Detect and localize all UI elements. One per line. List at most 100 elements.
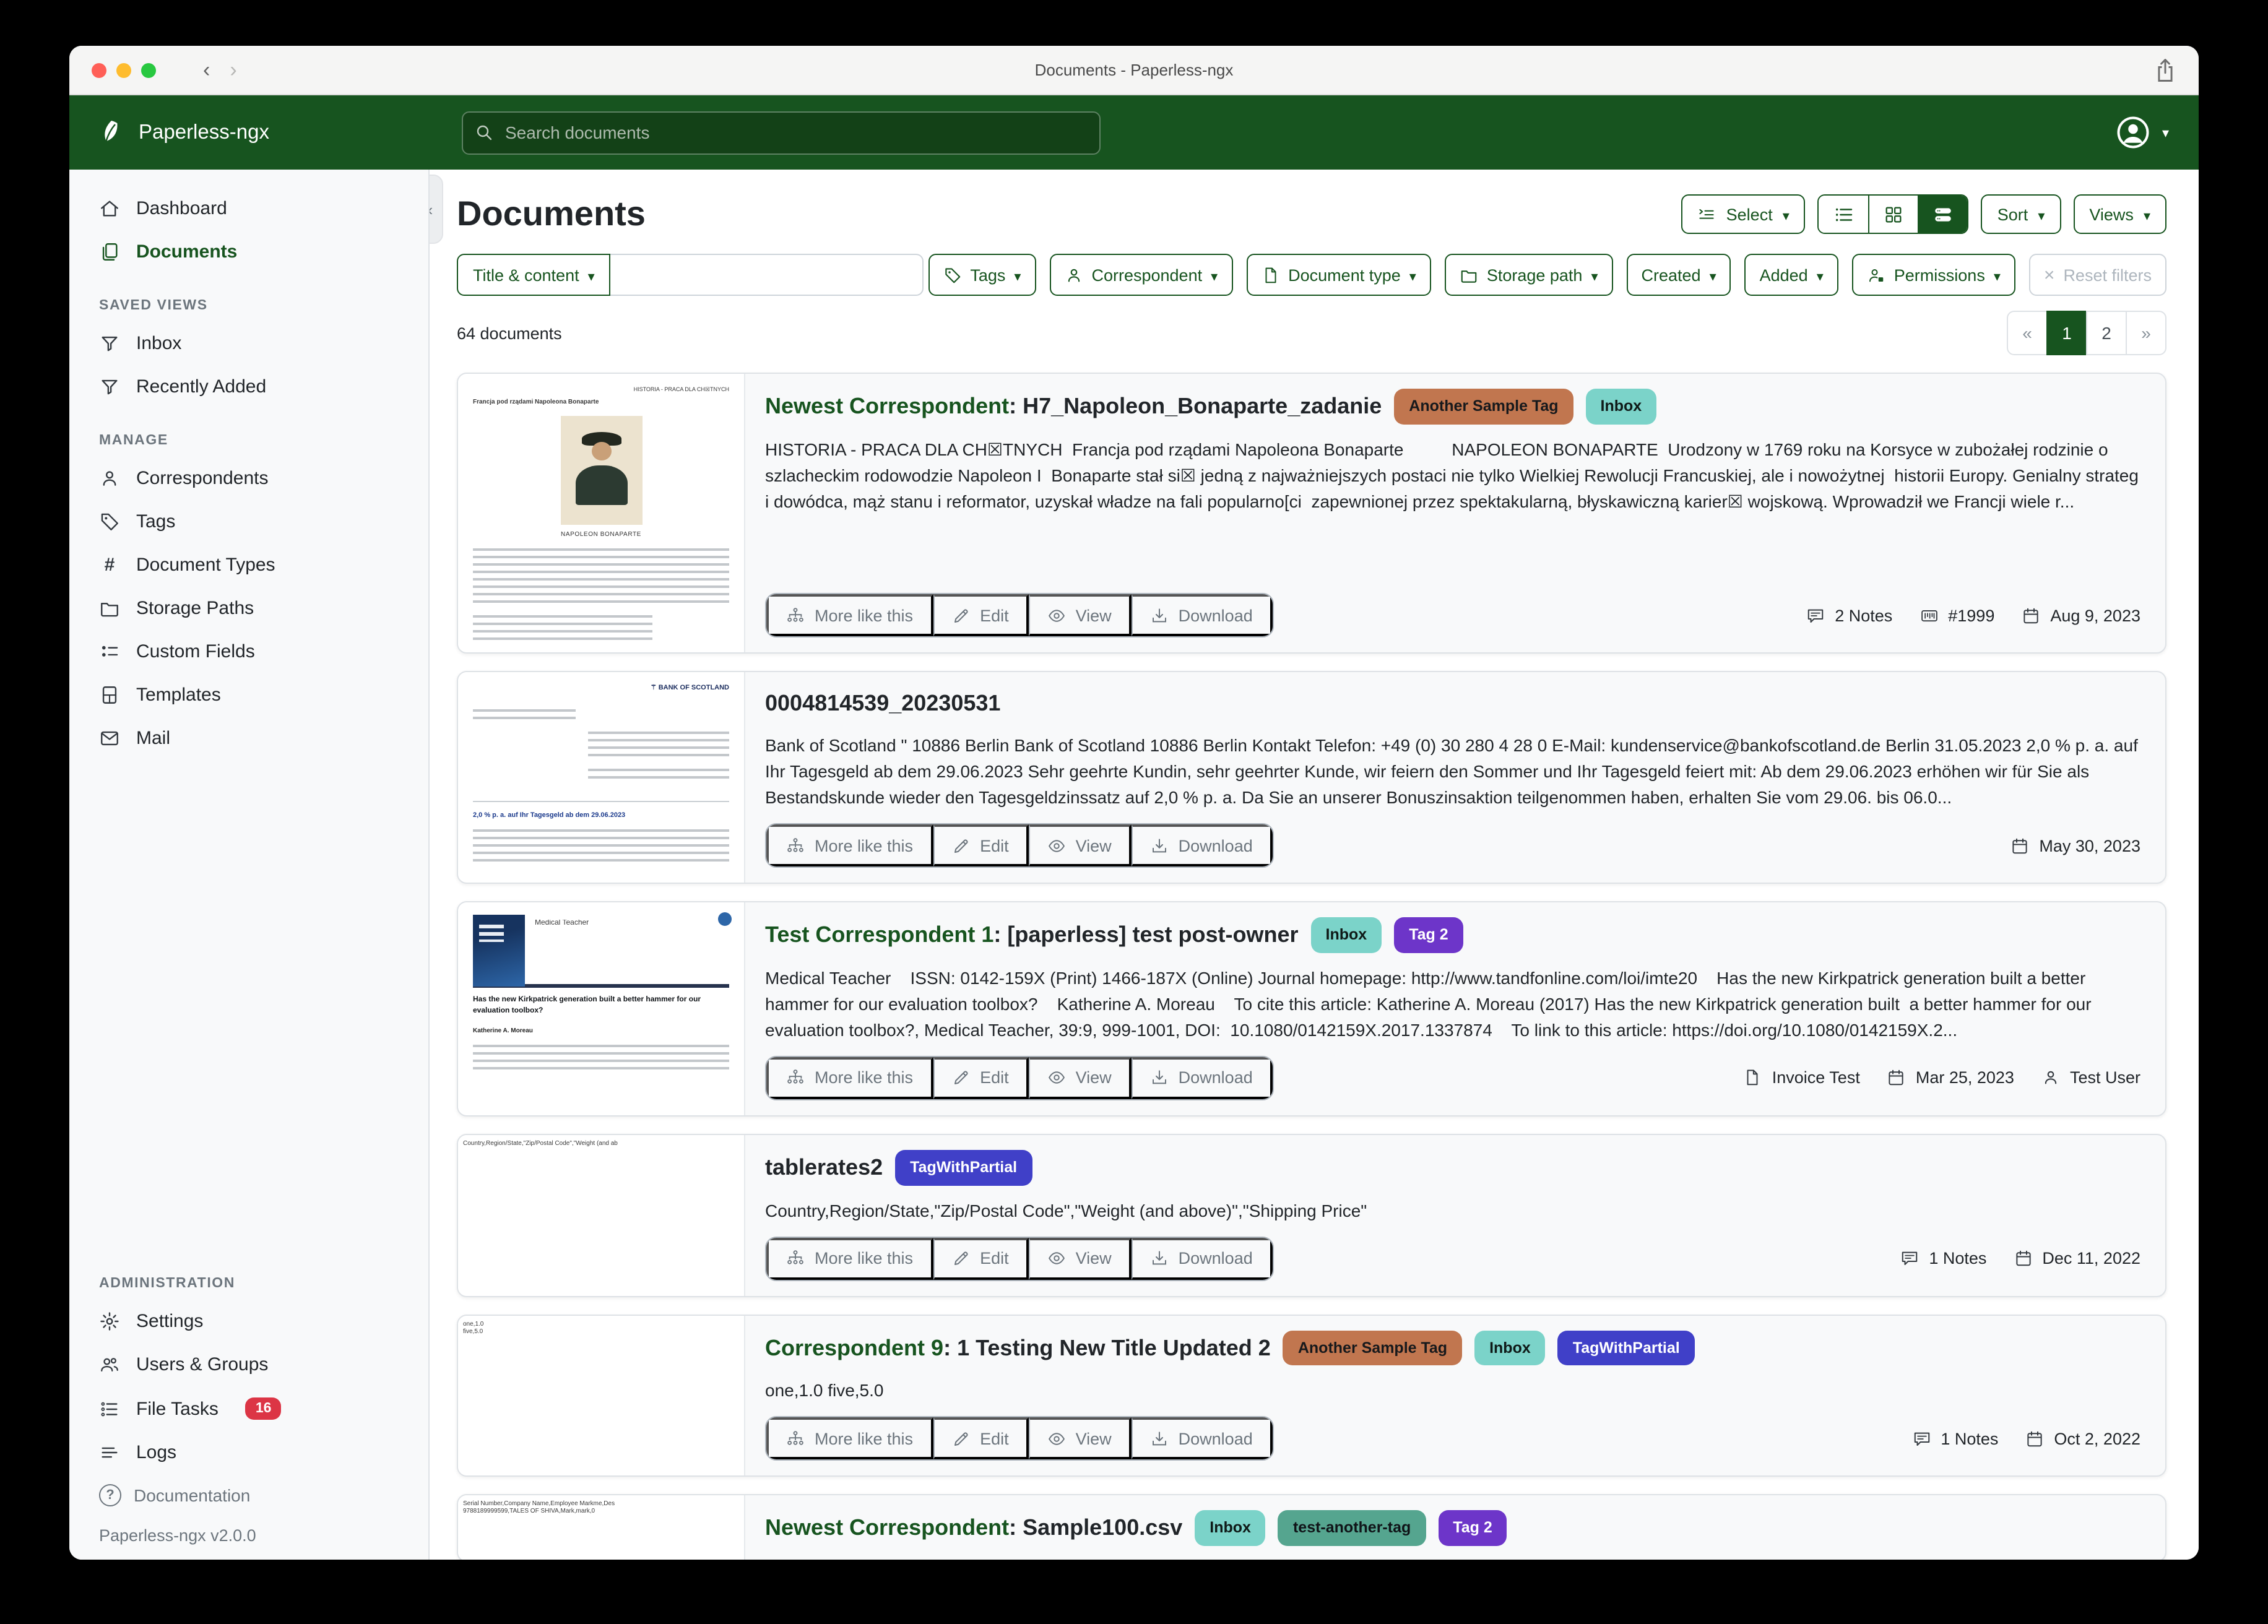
title-text[interactable]: 0004814539_20230531	[765, 691, 1000, 715]
more-like-this-button[interactable]: More like this	[766, 1237, 933, 1279]
reset-filters-button[interactable]: Reset filters	[2029, 254, 2166, 296]
view-button[interactable]: View	[1029, 1237, 1132, 1279]
notes-link[interactable]: 1 Notes	[1900, 1249, 1986, 1268]
sidebar-item-settings[interactable]: Settings	[69, 1300, 428, 1343]
correspondent-link[interactable]: Newest Correspondent	[765, 1516, 1009, 1540]
views-button[interactable]: Views	[2073, 194, 2166, 234]
title-content-input[interactable]	[611, 254, 924, 296]
download-button[interactable]: Download	[1132, 1057, 1273, 1099]
calendar-icon	[2010, 836, 2029, 855]
title-text[interactable]: Sample100.csv	[1023, 1516, 1182, 1540]
edit-button[interactable]: Edit	[933, 594, 1029, 636]
tags-filter-button[interactable]: Tags	[928, 254, 1036, 296]
pagination-page-2[interactable]: 2	[2086, 311, 2127, 355]
sidebar-item-custom-fields[interactable]: Custom Fields	[69, 630, 428, 673]
select-button[interactable]: Select	[1682, 194, 1806, 234]
view-button[interactable]: View	[1029, 824, 1132, 866]
tag-pill[interactable]: Tag 2	[1394, 917, 1463, 953]
view-button[interactable]: View	[1029, 1418, 1132, 1460]
sidebar-collapse-button[interactable]	[430, 175, 443, 244]
brand[interactable]: Paperless-ngx	[69, 118, 430, 147]
user-menu[interactable]	[2115, 114, 2169, 151]
more-like-this-button[interactable]: More like this	[766, 594, 933, 636]
edit-button[interactable]: Edit	[933, 1237, 1029, 1279]
pagination-page-1[interactable]: 1	[2046, 311, 2087, 355]
view-grid-button[interactable]	[1869, 196, 1918, 233]
pencil-icon	[951, 606, 970, 624]
view-button[interactable]: View	[1029, 1057, 1132, 1099]
sidebar-item-users-groups[interactable]: Users & Groups	[69, 1343, 428, 1386]
sidebar-item-logs[interactable]: Logs	[69, 1431, 428, 1474]
correspondent-filter-button[interactable]: Correspondent	[1049, 254, 1232, 296]
more-like-this-button[interactable]: More like this	[766, 1057, 933, 1099]
title-text[interactable]: H7_Napoleon_Bonaparte_zadanie	[1023, 394, 1382, 418]
tag-pill[interactable]: Tag 2	[1438, 1511, 1507, 1547]
created-filter-button[interactable]: Created	[1627, 254, 1731, 296]
sidebar-item-correspondents[interactable]: Correspondents	[69, 457, 428, 500]
download-button[interactable]: Download	[1132, 1418, 1273, 1460]
pagination-prev[interactable]: «	[2007, 311, 2048, 355]
sidebar-item-inbox[interactable]: Inbox	[69, 322, 428, 365]
search-input[interactable]	[462, 111, 1101, 154]
edit-button[interactable]: Edit	[933, 1057, 1029, 1099]
sidebar-item-recently-added[interactable]: Recently Added	[69, 365, 428, 408]
diagram-icon	[786, 1249, 805, 1268]
document-thumbnail[interactable]: Serial Number,Company Name,Employee Mark…	[458, 1496, 745, 1560]
edit-button[interactable]: Edit	[933, 824, 1029, 866]
correspondent-link[interactable]: Correspondent 9	[765, 1335, 943, 1360]
sidebar-item-storage-paths[interactable]: Storage Paths	[69, 587, 428, 630]
download-button[interactable]: Download	[1132, 1237, 1273, 1279]
tag-pill[interactable]: test-another-tag	[1278, 1511, 1426, 1547]
tag-pill[interactable]: Inbox	[1586, 389, 1657, 425]
tag-pill[interactable]: Another Sample Tag	[1283, 1330, 1462, 1366]
document-title: 0004814539_20230531	[765, 687, 2140, 720]
tag-pill[interactable]: Another Sample Tag	[1394, 389, 1573, 425]
view-detail-button[interactable]	[1918, 196, 1968, 233]
tag-pill[interactable]: TagWithPartial	[895, 1150, 1032, 1186]
document-thumbnail[interactable]: one,1.0 five,5.0	[458, 1315, 745, 1476]
title-text[interactable]: [paperless] test post-owner	[1007, 922, 1298, 947]
document-card: one,1.0 five,5.0 Correspondent 9: 1 Test…	[457, 1314, 2166, 1477]
document-type-link[interactable]: Invoice Test	[1744, 1069, 1860, 1087]
tag-pill[interactable]: Inbox	[1311, 917, 1382, 953]
global-search	[462, 111, 1101, 154]
sidebar-item-mail[interactable]: Mail	[69, 717, 428, 760]
more-like-this-button[interactable]: More like this	[766, 824, 933, 866]
download-button[interactable]: Download	[1132, 594, 1273, 636]
pagination-next[interactable]: »	[2126, 311, 2166, 355]
documentation-link[interactable]: Documentation	[69, 1474, 428, 1516]
view-button[interactable]: View	[1029, 594, 1132, 636]
correspondent-link[interactable]: Test Correspondent 1	[765, 922, 993, 947]
storage-path-filter-button[interactable]: Storage path	[1445, 254, 1613, 296]
download-button[interactable]: Download	[1132, 824, 1273, 866]
tag-pill[interactable]: Inbox	[1195, 1511, 1266, 1547]
edit-button[interactable]: Edit	[933, 1418, 1029, 1460]
correspondent-link[interactable]: Newest Correspondent	[765, 394, 1009, 418]
sidebar: Dashboard Documents SAVED VIEWS Inbox Re…	[69, 170, 430, 1560]
document-type-filter-button[interactable]: Document type	[1246, 254, 1431, 296]
tag-pill[interactable]: Inbox	[1474, 1330, 1546, 1366]
document-thumbnail[interactable]: Country,Region/State,"Zip/Postal Code","…	[458, 1135, 745, 1296]
sidebar-item-documents[interactable]: Documents	[69, 230, 428, 274]
tag-pill[interactable]: TagWithPartial	[1558, 1330, 1695, 1366]
sidebar-item-dashboard[interactable]: Dashboard	[69, 187, 428, 230]
added-filter-button[interactable]: Added	[1745, 254, 1838, 296]
diagram-icon	[786, 1430, 805, 1448]
sidebar-item-templates[interactable]: Templates	[69, 673, 428, 717]
view-table-button[interactable]	[1819, 196, 1869, 233]
notes-link[interactable]: 2 Notes	[1806, 606, 1892, 624]
sidebar-item-tags[interactable]: Tags	[69, 500, 428, 543]
title-text[interactable]: 1 Testing New Title Updated 2	[957, 1335, 1271, 1360]
share-icon[interactable]	[2152, 56, 2179, 85]
title-text[interactable]: tablerates2	[765, 1155, 883, 1180]
more-like-this-button[interactable]: More like this	[766, 1418, 933, 1460]
document-thumbnail[interactable]: Medical Teacher Has the new Kirkpatrick …	[458, 902, 745, 1115]
sort-button[interactable]: Sort	[1981, 194, 2061, 234]
title-content-dropdown[interactable]: Title & content	[457, 254, 611, 296]
document-thumbnail[interactable]: HISTORIA - PRACA DLA CH☒TNYCH Francja po…	[458, 374, 745, 652]
sidebar-item-file-tasks[interactable]: File Tasks 16	[69, 1386, 428, 1431]
document-thumbnail[interactable]: ⚚ BANK OF SCOTLAND 2,0 % p. a. auf Ihr T…	[458, 672, 745, 883]
notes-link[interactable]: 1 Notes	[1912, 1430, 1998, 1448]
permissions-filter-button[interactable]: Permissions	[1852, 254, 2015, 296]
sidebar-item-document-types[interactable]: # Document Types	[69, 543, 428, 587]
